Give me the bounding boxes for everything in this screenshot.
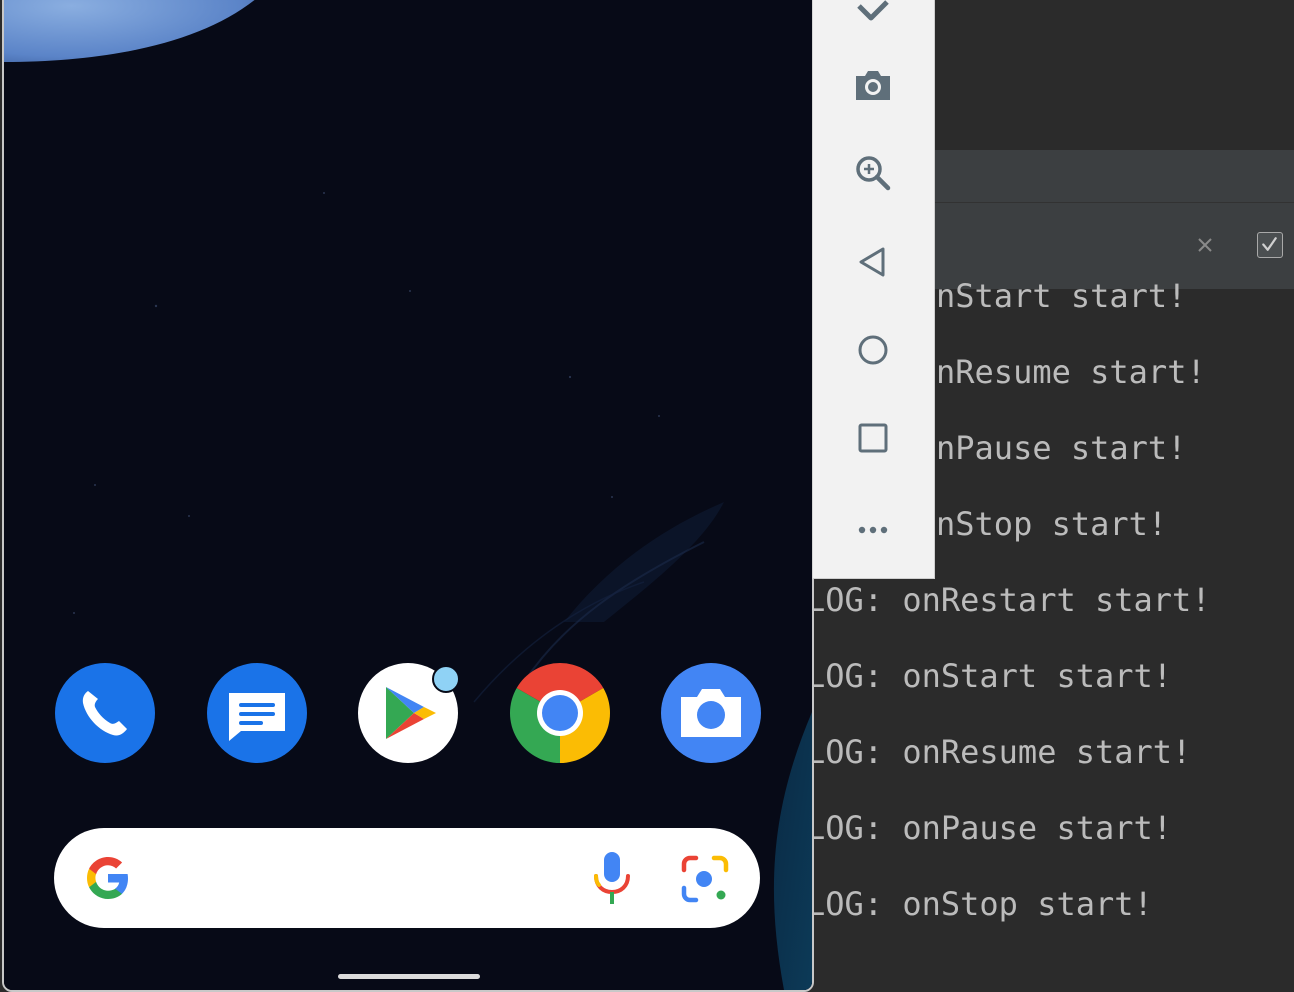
zoom-button[interactable] <box>851 151 895 195</box>
more-icon <box>858 526 888 534</box>
more-button[interactable] <box>851 504 895 548</box>
camera-app-icon[interactable] <box>661 663 761 763</box>
emulator-screen[interactable] <box>2 0 814 992</box>
notification-dot <box>432 665 460 693</box>
back-button[interactable] <box>851 240 895 284</box>
rotate-button[interactable] <box>851 0 895 30</box>
match-case-checkbox[interactable] <box>1257 232 1283 258</box>
checkmark-icon <box>1262 237 1277 251</box>
clear-filter-icon[interactable] <box>1196 236 1214 254</box>
mic-icon[interactable] <box>590 850 634 906</box>
lens-icon[interactable] <box>680 854 730 904</box>
phone-app-icon[interactable] <box>55 663 155 763</box>
rotate-icon <box>857 0 889 21</box>
chrome-icon <box>510 663 610 763</box>
screenshot-icon <box>856 71 890 100</box>
overview-button[interactable] <box>851 416 895 460</box>
overview-icon <box>858 423 888 453</box>
camera-icon <box>681 689 741 737</box>
emulator-toolbar <box>812 0 935 579</box>
google-search-bar[interactable] <box>54 828 760 928</box>
back-icon <box>859 247 885 277</box>
phone-icon <box>82 691 127 736</box>
home-icon <box>858 335 888 365</box>
zoom-icon <box>856 156 891 191</box>
google-logo-icon <box>87 857 128 899</box>
screenshot-button[interactable] <box>851 63 895 107</box>
chrome-app-icon[interactable] <box>510 663 610 763</box>
messages-app-icon[interactable] <box>207 663 307 763</box>
home-button[interactable] <box>851 328 895 372</box>
gesture-nav-handle[interactable] <box>338 974 480 979</box>
messages-icon <box>229 693 285 741</box>
